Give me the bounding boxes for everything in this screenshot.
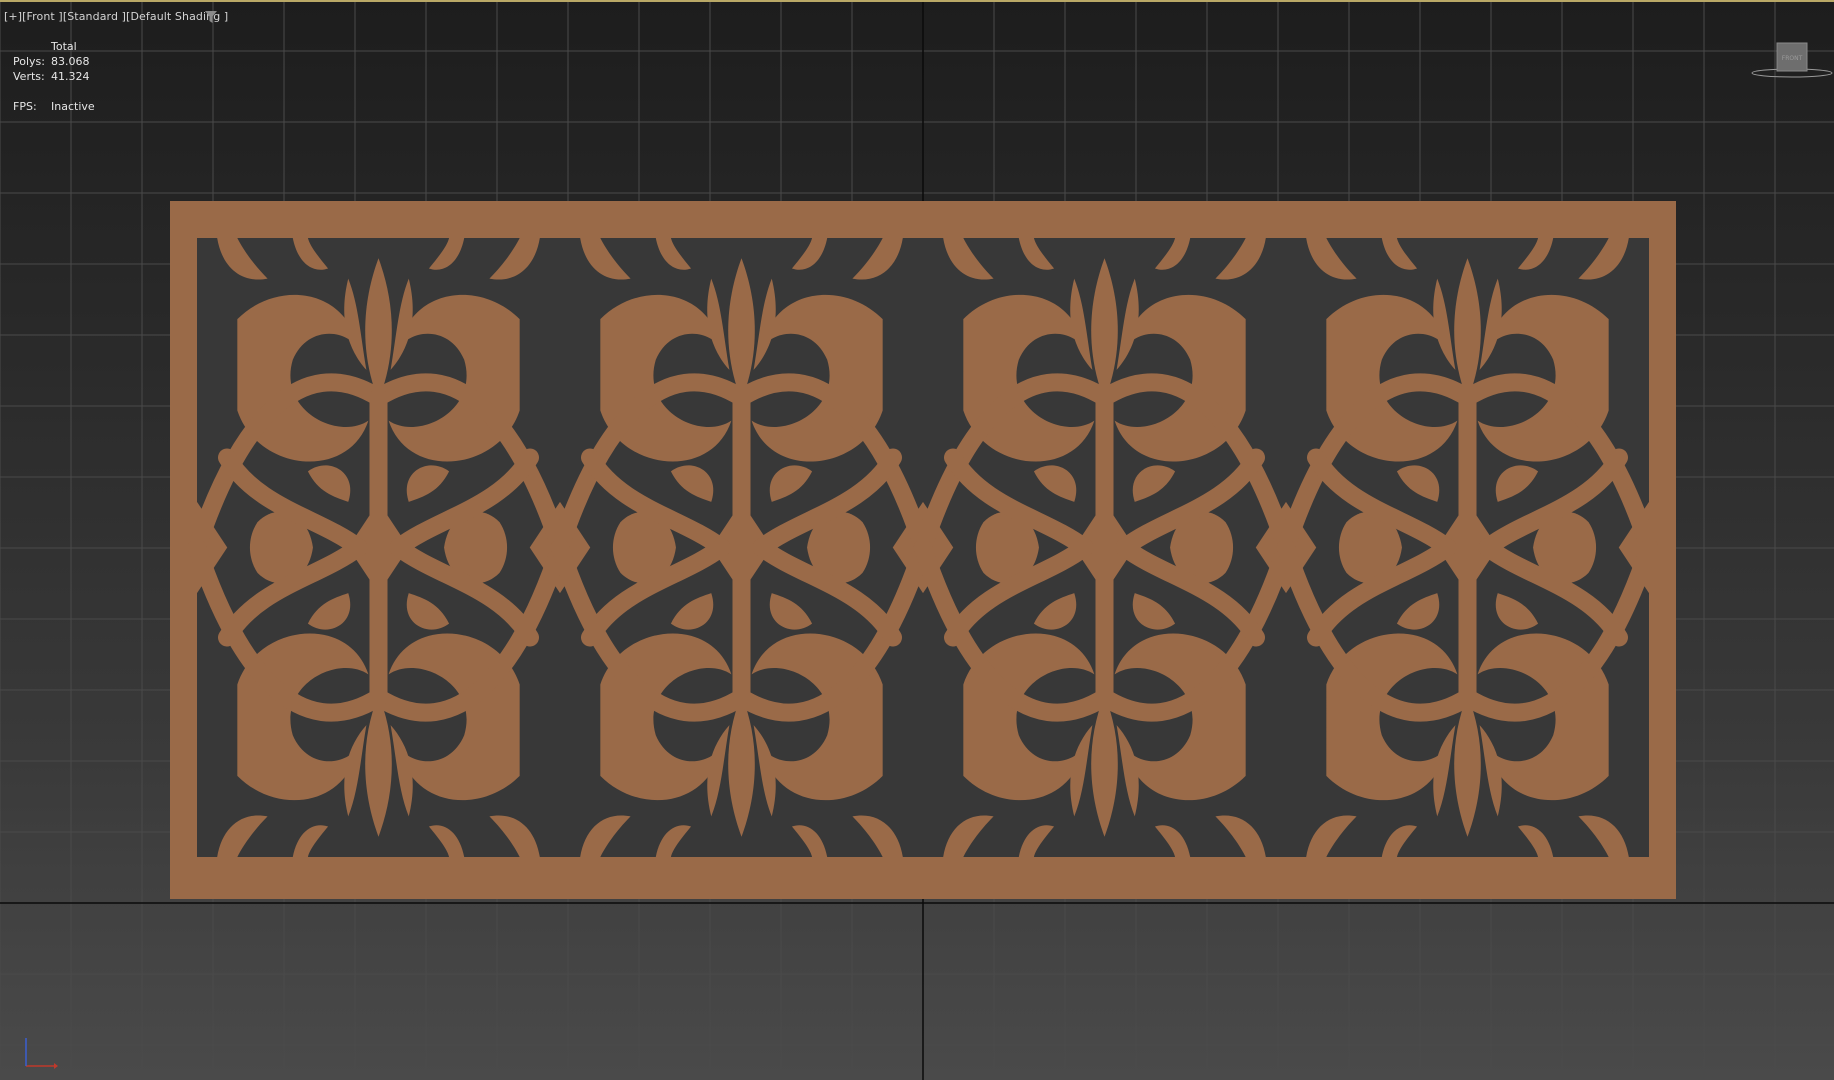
polys-value: 83.068 xyxy=(51,55,90,68)
viewport-render-mode-menu[interactable]: [Standard ] xyxy=(63,10,126,23)
carved-lattice-panel[interactable] xyxy=(170,201,1676,899)
verts-label: Verts: xyxy=(13,70,45,83)
polys-label: Polys: xyxy=(13,55,45,68)
viewport-label-menu: [+][Front ][Standard ][Default Shading ] xyxy=(4,10,228,23)
axis-tripod-icon xyxy=(25,1038,58,1069)
viewcube-face-label: FRONT xyxy=(1782,55,1803,62)
stats-header: Total xyxy=(51,40,77,53)
front-viewport[interactable]: [+][Front ][Standard ][Default Shading ]… xyxy=(0,0,1834,1080)
stats-fps-row: FPS: Inactive xyxy=(13,99,95,114)
statistics-overlay: Total Polys: 83.068 Verts: 41.324 FPS: I… xyxy=(13,39,95,114)
viewcube-icon[interactable]: FRONT xyxy=(1750,40,1834,84)
stats-verts-row: Verts: 41.324 xyxy=(13,69,95,84)
viewport-plus-menu[interactable]: [+] xyxy=(4,10,22,23)
fps-value: Inactive xyxy=(51,100,95,113)
verts-value: 41.324 xyxy=(51,70,90,83)
funnel-filter-icon[interactable] xyxy=(205,11,217,24)
fps-label: FPS: xyxy=(13,100,37,113)
viewport-point-of-view-menu[interactable]: [Front ] xyxy=(22,10,63,23)
stats-polys-row: Polys: 83.068 xyxy=(13,54,95,69)
